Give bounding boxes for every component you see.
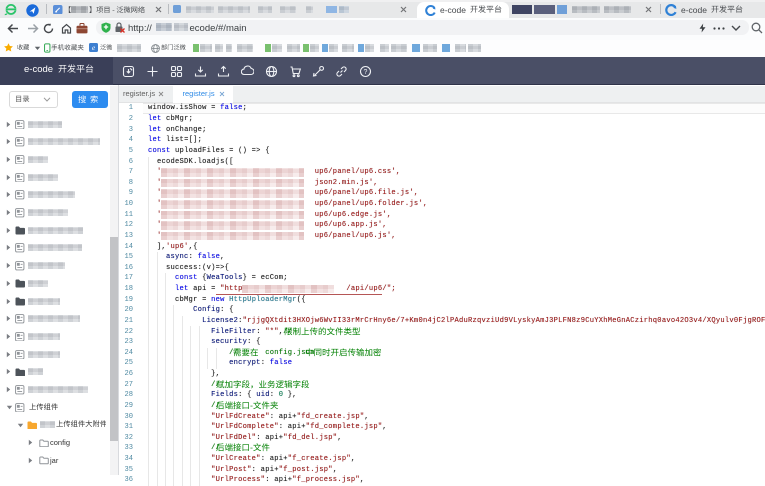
svg-text:?: ? — [363, 69, 367, 76]
